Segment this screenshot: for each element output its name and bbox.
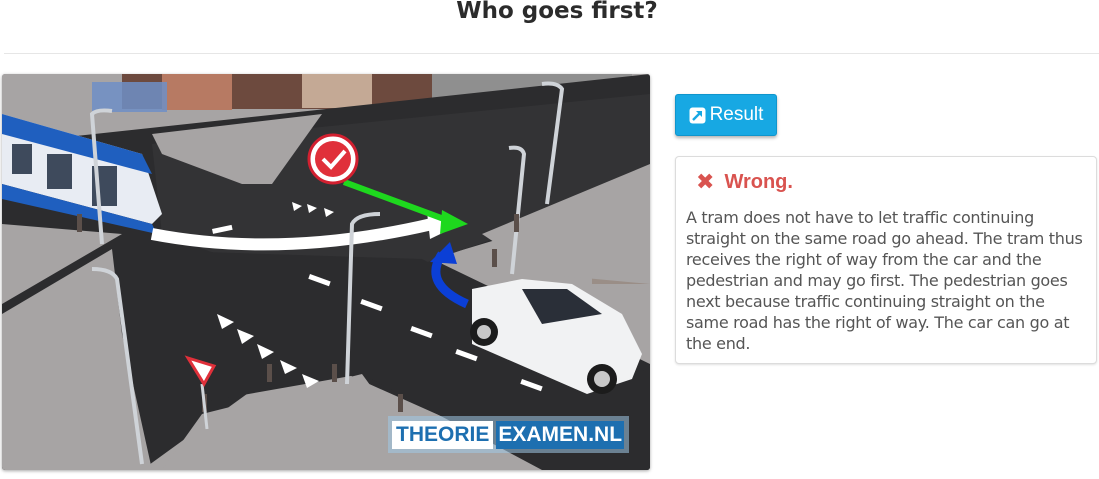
result-button[interactable]: Result bbox=[675, 94, 777, 136]
feedback-verdict: ✖ Wrong. bbox=[696, 171, 793, 194]
feedback-status: Wrong. bbox=[724, 171, 793, 193]
watermark-part2: EXAMEN.NL bbox=[496, 420, 625, 449]
page-title: Who goes first? bbox=[456, 0, 658, 24]
watermark-part1: THEORIE bbox=[392, 420, 494, 449]
close-icon: ✖ bbox=[696, 169, 715, 195]
feedback-card: ✖ Wrong. A tram does not have to let tra… bbox=[675, 156, 1097, 364]
traffic-scene-image: THEORIE EXAMEN.NL bbox=[2, 74, 650, 470]
check-icon bbox=[307, 133, 359, 185]
divider bbox=[4, 53, 1099, 54]
theorie-examen-watermark: THEORIE EXAMEN.NL bbox=[388, 416, 629, 453]
external-link-icon bbox=[689, 107, 706, 124]
feedback-explanation: A tram does not have to let traffic cont… bbox=[686, 208, 1083, 353]
result-button-label: Result bbox=[709, 104, 764, 125]
